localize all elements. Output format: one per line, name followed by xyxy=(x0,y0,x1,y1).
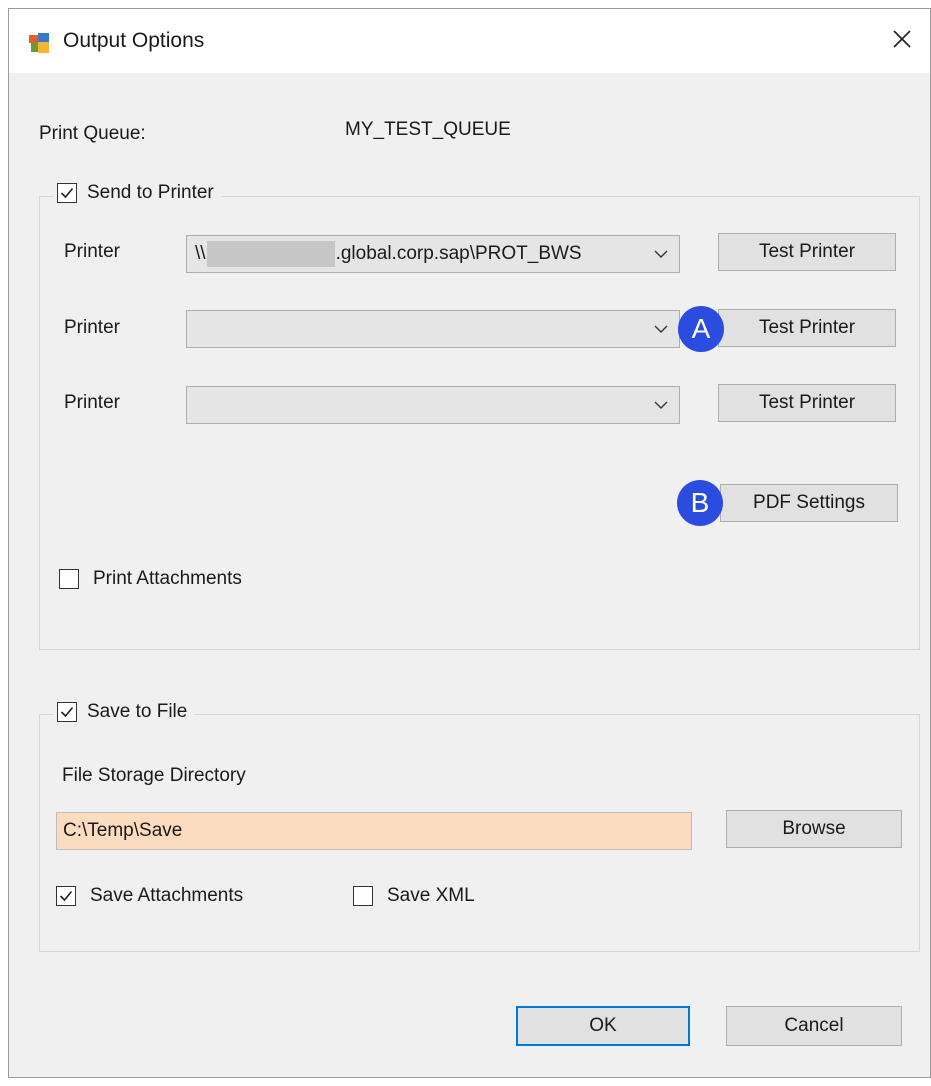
ok-button[interactable]: OK xyxy=(516,1006,690,1046)
test-printer-button-2[interactable]: Test Printer xyxy=(718,309,896,347)
save-xml-checkbox[interactable] xyxy=(353,886,373,906)
app-window-icon xyxy=(29,33,49,53)
redacted-hostname xyxy=(206,241,335,267)
file-storage-directory-input[interactable]: C:\Temp\Save xyxy=(56,812,692,850)
print-attachments-checkbox[interactable] xyxy=(59,569,79,589)
printer-select-1-value: \\ .global.corp.sap\PROT_BWS xyxy=(187,241,643,267)
test-printer-button-3[interactable]: Test Printer xyxy=(718,384,896,422)
callout-marker-b: B xyxy=(677,480,723,526)
save-xml-label: Save XML xyxy=(387,885,475,906)
save-xml-option[interactable]: Save XML xyxy=(353,885,475,907)
printer-path-prefix: \\ xyxy=(195,243,206,264)
file-storage-directory-label: File Storage Directory xyxy=(62,765,246,786)
printer-select-2[interactable] xyxy=(186,310,680,348)
test-printer-button-1[interactable]: Test Printer xyxy=(718,233,896,271)
print-attachments-label: Print Attachments xyxy=(93,568,242,589)
title-bar: Output Options xyxy=(9,9,930,73)
save-attachments-option[interactable]: Save Attachments xyxy=(56,885,243,907)
chevron-down-icon xyxy=(643,325,679,333)
save-attachments-label: Save Attachments xyxy=(90,885,244,906)
save-attachments-checkbox[interactable] xyxy=(56,886,76,906)
browse-button[interactable]: Browse xyxy=(726,810,902,848)
print-attachments-option[interactable]: Print Attachments xyxy=(59,568,242,590)
send-to-printer-legend: Send to Printer xyxy=(53,182,222,204)
pdf-settings-button[interactable]: PDF Settings xyxy=(720,484,898,522)
save-to-file-checkbox[interactable] xyxy=(57,702,77,722)
close-icon xyxy=(893,29,911,53)
save-to-file-label: Save to File xyxy=(87,701,188,722)
window-title: Output Options xyxy=(63,29,205,52)
printer-select-3[interactable] xyxy=(186,386,680,424)
printer-path-suffix: .global.corp.sap\PROT_BWS xyxy=(335,243,582,264)
send-to-printer-label: Send to Printer xyxy=(87,182,214,203)
print-queue-label: Print Queue: xyxy=(39,123,146,144)
chevron-down-icon xyxy=(643,250,679,258)
save-to-file-legend: Save to File xyxy=(53,701,196,723)
printer-label-1: Printer xyxy=(64,241,120,262)
printer-label-3: Printer xyxy=(64,392,120,413)
callout-marker-a: A xyxy=(678,306,724,352)
send-to-printer-checkbox[interactable] xyxy=(57,183,77,203)
printer-label-2: Printer xyxy=(64,317,120,338)
close-button[interactable] xyxy=(874,9,930,73)
cancel-button[interactable]: Cancel xyxy=(726,1006,902,1046)
printer-select-1[interactable]: \\ .global.corp.sap\PROT_BWS xyxy=(186,235,680,273)
print-queue-value: MY_TEST_QUEUE xyxy=(345,119,511,140)
chevron-down-icon xyxy=(643,401,679,409)
output-options-dialog: Output Options Print Queue: MY_TEST_QUEU… xyxy=(8,8,931,1078)
